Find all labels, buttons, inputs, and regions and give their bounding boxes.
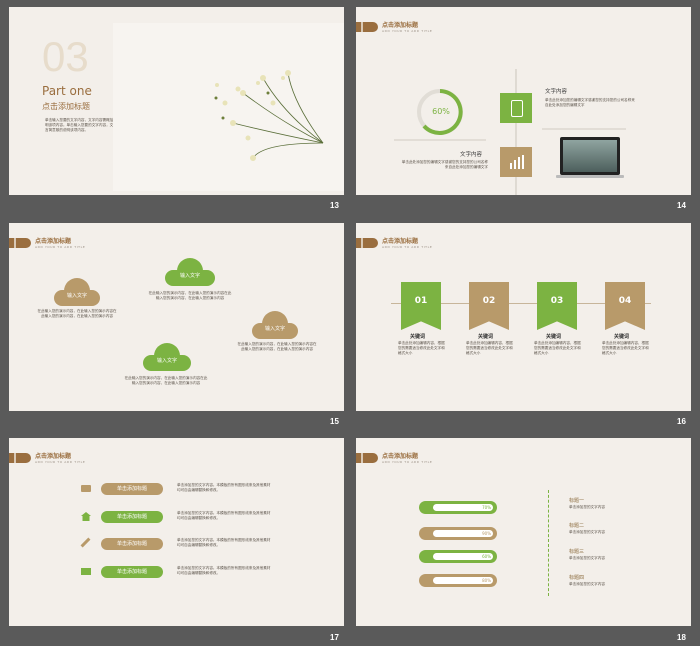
progress-bar-2: 90% [419, 527, 497, 540]
step-ribbon-2[interactable]: 02 [469, 282, 509, 330]
step-title: 关键词 [478, 334, 494, 340]
legend-text: 单击添加您的文字内容 [569, 556, 605, 560]
header-subtitle: ADD YOUR TO ADD TITLE [382, 460, 433, 464]
step-ribbon-4[interactable]: 04 [605, 282, 645, 330]
header-subtitle: ADD YOUR TO ADD TITLE [382, 245, 433, 249]
header-subtitle: ADD YOUR TO ADD TITLE [35, 460, 86, 464]
step-ribbon-3[interactable]: 03 [537, 282, 577, 330]
big-number: 03 [42, 33, 89, 80]
legend-text: 单击添加您的文字内容 [569, 582, 605, 586]
progress-bar-3: 60% [419, 550, 497, 563]
legend-title: 标题一 [569, 498, 585, 504]
cloud-label: 输入文字 [156, 358, 177, 364]
cloud-2[interactable]: 输入文字 [165, 258, 215, 288]
header-title: 点击添加标题 [382, 238, 419, 245]
slide-number: 13 [330, 201, 339, 210]
right-body: 单击此处添加您的编辑文字感谢您的支持您的公司名称来自此处添加您的编辑文字 [545, 98, 635, 107]
header-tab [356, 453, 378, 463]
home-icon [81, 512, 91, 521]
row-text: 单击添加您的文字内容。本模板的所有图形线条及其他素材均可自由编辑替换和修改。 [177, 538, 271, 547]
header-title: 点击添加标题 [382, 453, 419, 460]
slide-18[interactable]: 点击添加标题 ADD YOUR TO ADD TITLE 70% 90% 60%… [356, 438, 691, 626]
slide-number: 17 [330, 633, 339, 642]
left-body: 单击此处添加您的编辑文字感谢您的支持您的公司名称来自此处添加您的编辑文字 [401, 160, 488, 169]
step-title: 关键词 [614, 334, 630, 340]
left-title: 文字内容 [460, 152, 483, 158]
cloud-text: 在此输入您的演示内容，在此输入您的演示内容在此输入您的演示内容，在此输入您的演示… [37, 309, 117, 318]
header-tab [9, 453, 31, 463]
step-text: 单击此处添加编辑内容，根据您的需要适当修改此处文字和格式大小 [466, 341, 513, 355]
slide-13[interactable]: 03 Part one 点击添加标题 单击输入您要的文字内容，文字内容需概括精炼… [9, 7, 344, 195]
header-tab [9, 238, 31, 248]
legend-title: 标题四 [569, 575, 585, 581]
chart-icon [500, 147, 532, 177]
header-title: 点击添加标题 [35, 453, 72, 460]
legend-title: 标题二 [569, 523, 585, 529]
gauge-value: 60% [432, 107, 450, 116]
row-text: 单击添加您的文字内容。本模板的所有图形线条及其他素材均可自由编辑替换和修改。 [177, 483, 271, 492]
step-title: 关键词 [546, 334, 562, 340]
phone-icon [500, 93, 532, 123]
row-text: 单击添加您的文字内容。本模板的所有图形线条及其他素材均可自由编辑替换和修改。 [177, 511, 271, 520]
step-ribbon-1[interactable]: 01 [401, 282, 441, 330]
step-title: 关键词 [410, 334, 426, 340]
row-title-button[interactable]: 单击添加标题 [101, 483, 163, 495]
dashed-divider [548, 490, 549, 596]
progress-value: 60% [482, 554, 491, 559]
pencil-icon [80, 537, 91, 548]
header-subtitle: ADD YOUR TO ADD TITLE [35, 245, 86, 249]
cloud-label: 输入文字 [66, 293, 87, 299]
cloud-1[interactable]: 输入文字 [54, 278, 100, 308]
legend-text: 单击添加您的文字内容 [569, 505, 605, 509]
row-title-button[interactable]: 单击添加标题 [101, 538, 163, 550]
briefcase-icon [81, 485, 91, 492]
laptop-image [556, 137, 624, 178]
progress-bar-1: 70% [419, 501, 497, 514]
slide-15[interactable]: 点击添加标题 ADD YOUR TO ADD TITLE 输入文字 在此输入您的… [9, 223, 344, 411]
flower-photo [113, 23, 344, 191]
legend-title: 标题三 [569, 549, 585, 555]
cloud-3[interactable]: 输入文字 [252, 311, 298, 341]
mail-icon [81, 568, 91, 575]
cloud-text: 在此输入您的演示内容，在此输入您的演示内容在此输入您的演示内容，在此输入您的演示… [237, 342, 317, 351]
slide-14[interactable]: 点击添加标题 ADD YOUR TO ADD TITLE 60% 文字内容 单击… [356, 7, 691, 195]
step-text: 单击此处添加编辑内容，根据您的需要适当修改此处文字和格式大小 [602, 341, 649, 355]
cloud-text: 在此输入您的演示内容，在此输入您的演示内容在此输入您的演示内容，在此输入您的演示… [148, 291, 232, 300]
cloud-label: 输入文字 [179, 273, 200, 279]
header-tab [356, 238, 378, 248]
slide-16[interactable]: 点击添加标题 ADD YOUR TO ADD TITLE 01 02 03 04… [356, 223, 691, 411]
slide-number: 16 [677, 417, 686, 426]
row-title-button[interactable]: 单击添加标题 [101, 566, 163, 578]
section-subtitle: 点击添加标题 [42, 102, 90, 111]
header-title: 点击添加标题 [35, 238, 72, 245]
legend-text: 单击添加您的文字内容 [569, 530, 605, 534]
progress-value: 90% [482, 531, 491, 536]
step-text: 单击此处添加编辑内容，根据您的需要适当修改此处文字和格式大小 [534, 341, 581, 355]
part-title: Part one [42, 84, 92, 98]
progress-bar-4: 80% [419, 574, 497, 587]
slide-17[interactable]: 点击添加标题 ADD YOUR TO ADD TITLE 单击添加标题 单击添加… [9, 438, 344, 626]
cloud-4[interactable]: 输入文字 [143, 343, 191, 373]
right-title: 文字内容 [545, 89, 568, 95]
step-text: 单击此处添加编辑内容，根据您的需要适当修改此处文字和格式大小 [398, 341, 445, 355]
flower-icon [214, 70, 324, 161]
slide-number: 18 [677, 633, 686, 642]
cloud-text: 在此输入您的演示内容，在此输入您的演示内容在此输入您的演示内容，在此输入您的演示… [124, 376, 208, 385]
row-text: 单击添加您的文字内容。本模板的所有图形线条及其他素材均可自由编辑替换和修改。 [177, 566, 271, 575]
progress-value: 70% [482, 505, 491, 510]
row-title-button[interactable]: 单击添加标题 [101, 511, 163, 523]
slide-number: 15 [330, 417, 339, 426]
progress-value: 80% [482, 578, 491, 583]
cloud-label: 输入文字 [264, 326, 285, 332]
slide-number: 14 [677, 201, 686, 210]
